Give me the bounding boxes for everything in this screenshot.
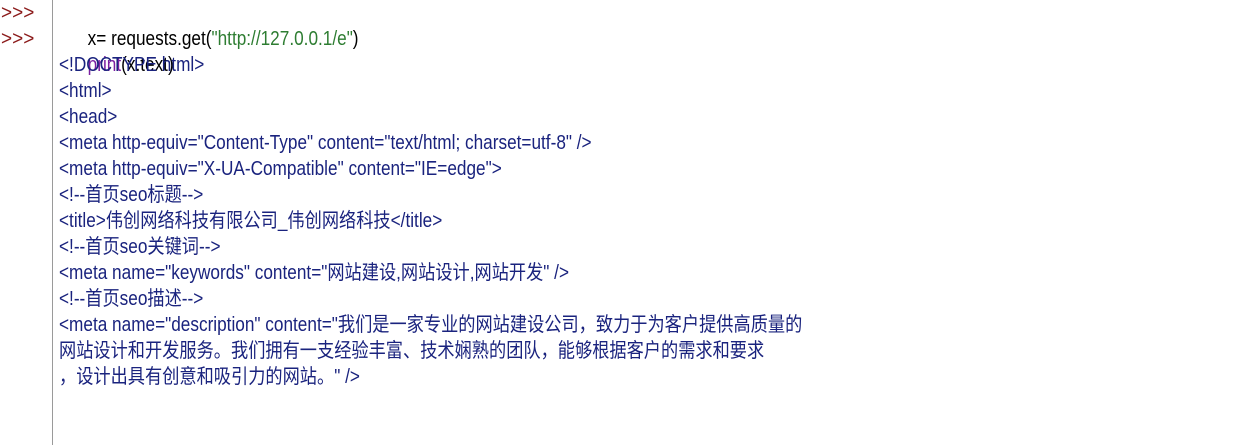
- input-line-print[interactable]: print(x.text): [59, 26, 174, 76]
- input-line-request[interactable]: x= requests.get("http://127.0.0.1/e"): [59, 0, 359, 50]
- shell-prompt: >>>: [1, 2, 35, 24]
- shell-prompt: >>>: [1, 28, 35, 50]
- output-line: <html>: [59, 80, 112, 102]
- output-line: <meta http-equiv="Content-Type" content=…: [59, 132, 592, 154]
- output-line: <meta name="keywords" content="网站建设,网站设计…: [59, 262, 570, 284]
- string-literal: "http://127.0.0.1/e": [211, 28, 353, 50]
- output-line: <meta http-equiv="X-UA-Compatible" conte…: [59, 158, 502, 180]
- output-line: <!--首页seo标题-->: [59, 184, 204, 206]
- output-line: <head>: [59, 106, 118, 128]
- output-line: <!DOCTYPE html>: [59, 54, 205, 76]
- prompt-gutter: >>> >>>: [0, 0, 53, 445]
- python-shell-window[interactable]: >>> >>> x= requests.get("http://127.0.0.…: [0, 0, 1243, 445]
- code-text: ): [352, 28, 359, 50]
- output-line: <!--首页seo关键词-->: [59, 236, 221, 258]
- output-line: ，设计出具有创意和吸引力的网站。" />: [59, 366, 360, 388]
- output-line: 网站设计和开发服务。我们拥有一支经验丰富、技术娴熟的团队，能够根据客户的需求和要…: [59, 340, 765, 362]
- output-line: <title>伟创网络科技有限公司_伟创网络科技</title>: [59, 210, 443, 232]
- output-line: <meta name="description" content="我们是一家专…: [59, 314, 803, 336]
- output-line: <!--首页seo描述-->: [59, 288, 204, 310]
